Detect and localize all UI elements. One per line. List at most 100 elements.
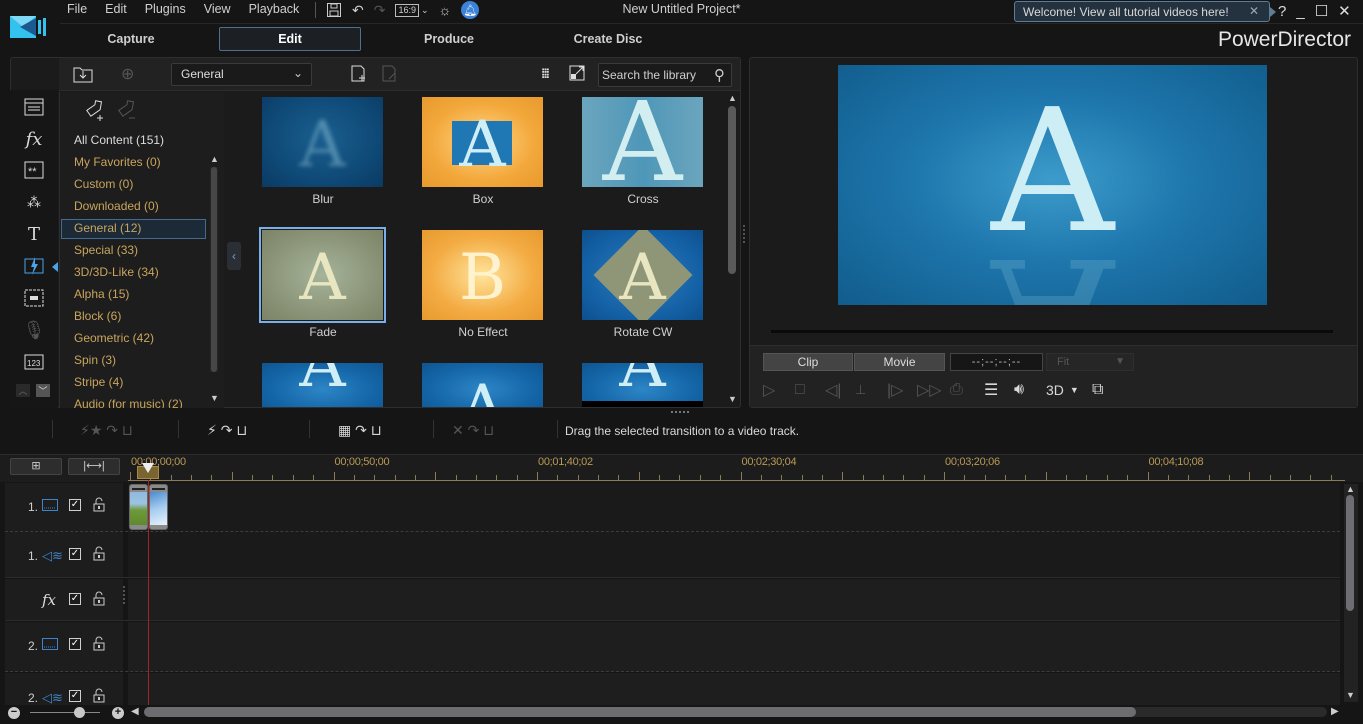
remove-tag-icon[interactable] [116, 98, 140, 125]
volume-icon[interactable]: 🔊︎ [1014, 380, 1024, 400]
track-enable-checkbox[interactable]: ✓ [69, 690, 81, 702]
timeline-scroll-down-icon[interactable]: ▼ [1346, 690, 1355, 700]
timeline-vertical-scroll-thumb[interactable] [1346, 495, 1354, 611]
track-enable-checkbox[interactable]: ✓ [69, 499, 81, 511]
apply-random-transition-button[interactable]: ⚡︎★ ↷ ⊔ [80, 422, 133, 439]
fade-transition-button[interactable]: ▦ ↷ ⊔ [338, 422, 382, 439]
library-search-input[interactable]: Search the library ⚲ [598, 63, 732, 87]
track-enable-checkbox[interactable]: ✓ [69, 548, 81, 560]
menu-view[interactable]: View [195, 0, 240, 20]
transition-thumbnail[interactable]: A [262, 97, 383, 187]
import-media-icon[interactable] [73, 65, 93, 86]
tab-capture[interactable]: Capture [60, 27, 202, 51]
track-header[interactable] [5, 673, 123, 705]
clip-mode-button[interactable]: Clip [763, 353, 853, 371]
category-scroll-thumb[interactable] [211, 167, 217, 372]
menu-edit[interactable]: Edit [96, 0, 136, 20]
panel-splitter-grip[interactable] [671, 411, 689, 415]
transition-icon[interactable] [22, 254, 46, 278]
zoom-fit-select[interactable]: Fit ▼ [1046, 353, 1134, 371]
transition-thumbnail[interactable]: A [259, 227, 386, 323]
tab-produce[interactable]: Produce [378, 27, 520, 51]
pip-objects-icon[interactable]: ** [22, 158, 46, 182]
track-header[interactable] [5, 532, 123, 578]
transition-thumbnail[interactable]: B [422, 230, 543, 320]
close-tooltip-icon[interactable]: ✕ [1249, 4, 1259, 18]
track-lane[interactable] [128, 673, 1340, 705]
fast-forward-icon[interactable]: ▷▷ [917, 380, 942, 400]
menu-file[interactable]: File [58, 0, 96, 20]
panel-resize-handle[interactable] [743, 225, 747, 243]
search-icon[interactable]: ⚲ [714, 66, 725, 84]
minimize-icon[interactable]: _ [1296, 3, 1304, 20]
video-clip[interactable] [149, 484, 168, 530]
transition-thumbnail[interactable]: A [582, 230, 703, 320]
subtitle-icon[interactable] [22, 286, 46, 310]
track-lane[interactable] [128, 532, 1340, 578]
track-lane[interactable] [128, 622, 1340, 672]
track-lane[interactable] [128, 579, 1340, 621]
rail-scroll-up-icon[interactable]: ︿ [16, 384, 30, 397]
transition-thumbnail[interactable]: A [262, 363, 383, 407]
settings-gear-icon[interactable]: ☼ [439, 2, 452, 18]
category-item[interactable]: Alpha (15) [74, 287, 129, 301]
category-item[interactable]: Geometric (42) [74, 331, 154, 345]
zoom-in-icon[interactable]: + [112, 707, 124, 719]
collapse-categories-button[interactable]: ‹ [227, 242, 241, 270]
media-room-icon[interactable] [22, 95, 46, 119]
scroll-down-icon[interactable]: ▼ [210, 393, 219, 403]
mark-in-icon[interactable]: ⊥ [855, 380, 866, 400]
video-clip[interactable] [129, 484, 148, 530]
scroll-right-icon[interactable]: ▶ [1331, 706, 1339, 717]
track-lock-icon[interactable] [93, 688, 105, 706]
track-header-resize-handle[interactable] [123, 586, 125, 604]
category-item[interactable]: Audio (for music) (2) [74, 397, 183, 408]
close-window-icon[interactable]: ✕ [1338, 2, 1351, 20]
category-item[interactable]: 3D/3D-Like (34) [74, 265, 159, 279]
timecode-display[interactable]: --;--;--;-- [950, 353, 1043, 371]
aspect-ratio-selector[interactable]: 16:9 ⌄ [395, 3, 429, 17]
fit-timeline-button[interactable]: |⟷| [68, 458, 120, 475]
category-item[interactable]: Downloaded (0) [74, 199, 159, 213]
preview-scrubber[interactable] [771, 330, 1333, 333]
timeline-zoom-slider[interactable] [30, 712, 100, 713]
play-icon[interactable]: ▷ [763, 380, 775, 400]
next-frame-icon[interactable]: |▷ [887, 380, 903, 400]
download-content-icon[interactable]: ⊕ [121, 64, 134, 84]
track-lock-icon[interactable] [93, 636, 105, 654]
snapshot-camera-icon[interactable]: ⎙ [950, 380, 963, 400]
track-lock-icon[interactable] [93, 591, 105, 609]
category-item[interactable]: Stripe (4) [74, 375, 123, 389]
apply-to-all-transition-button[interactable]: ⚡︎ ↷ ⊔ [207, 422, 247, 439]
track-manager-button[interactable]: ⊞ [10, 458, 62, 475]
save-icon[interactable] [326, 2, 342, 18]
undo-icon[interactable]: ↶ [352, 2, 364, 19]
grid-scroll-down-icon[interactable]: ▼ [728, 394, 737, 404]
movie-mode-button[interactable]: Movie [854, 353, 945, 371]
redo-icon[interactable]: ↷ [374, 2, 386, 19]
sort-grid-icon[interactable]: ⁞⁞⁞ [541, 66, 550, 81]
subtitle-list-icon[interactable]: ☰ [984, 380, 998, 400]
menu-plugins[interactable]: Plugins [136, 0, 195, 20]
category-item[interactable]: General (12) [74, 221, 141, 235]
category-item[interactable]: Custom (0) [74, 177, 133, 191]
track-header[interactable] [5, 579, 123, 621]
zoom-out-icon[interactable]: − [8, 707, 20, 719]
timeline-scroll-up-icon[interactable]: ▲ [1346, 484, 1355, 494]
category-item[interactable]: Block (6) [74, 309, 121, 323]
edit-file-icon[interactable] [381, 65, 399, 86]
scroll-left-icon[interactable]: ◀ [131, 706, 139, 717]
category-item[interactable]: Spin (3) [74, 353, 116, 367]
timeline-horizontal-scroll-thumb[interactable] [144, 707, 1136, 717]
transition-thumbnail[interactable]: A [582, 363, 703, 407]
expand-view-icon[interactable] [569, 65, 585, 84]
chapter-icon[interactable]: 123 [22, 350, 46, 374]
undock-preview-icon[interactable]: ⧉ [1092, 380, 1103, 400]
track-lock-icon[interactable] [93, 546, 105, 564]
timeline-zoom-knob[interactable] [74, 707, 85, 718]
add-tag-icon[interactable] [84, 98, 108, 125]
transition-thumbnail[interactable]: A [422, 97, 543, 187]
grid-scroll-up-icon[interactable]: ▲ [728, 93, 737, 103]
title-icon[interactable]: T [22, 222, 46, 246]
track-lane[interactable] [128, 483, 1340, 532]
